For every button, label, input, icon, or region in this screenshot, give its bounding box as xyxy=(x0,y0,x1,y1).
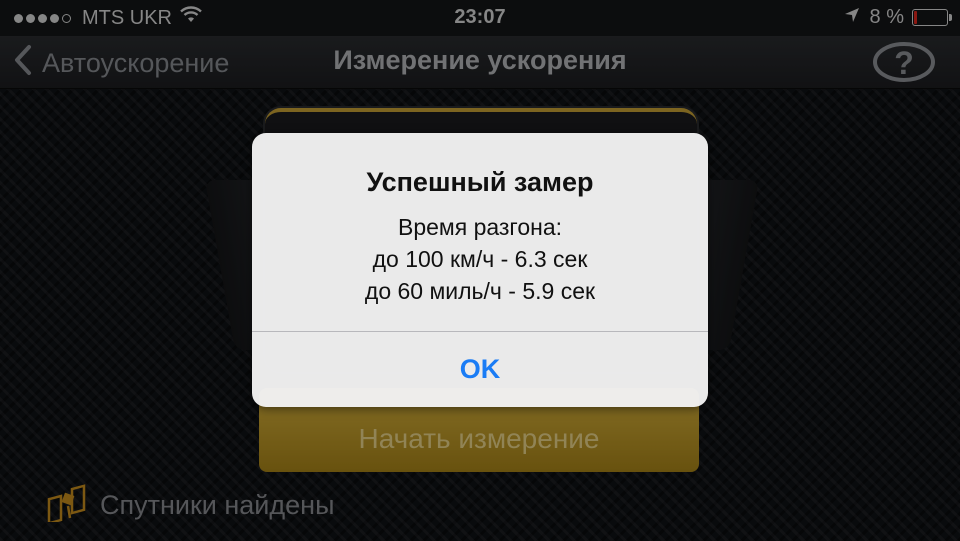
question-mark-icon: ? xyxy=(872,42,936,88)
alert-message-line: до 60 миль/ч - 5.9 сек xyxy=(364,278,596,304)
ok-button[interactable]: OK xyxy=(252,332,708,407)
help-button[interactable]: ? xyxy=(872,40,936,89)
alert-title: Успешный замер xyxy=(366,167,594,197)
alert-message-line: до 100 км/ч - 6.3 сек xyxy=(372,246,588,272)
alert-dialog: Успешный замер Время разгона: до 100 км/… xyxy=(252,133,708,407)
navigation-bar: Автоускорение Измерение ускорения ? xyxy=(0,36,960,89)
satellite-status-label: Спутники найдены xyxy=(100,490,335,520)
satellite-icon xyxy=(46,482,88,529)
svg-text:?: ? xyxy=(894,45,914,81)
ok-button-label: OK xyxy=(459,354,501,384)
battery-fill xyxy=(914,11,917,24)
status-bar-time: 23:07 xyxy=(454,6,506,28)
alert-message-line: Время разгона: xyxy=(397,214,562,240)
screen: MTS UKR 23:07 8 % Автоускорение Измерени… xyxy=(0,0,960,541)
alert-message: Время разгона: до 100 км/ч - 6.3 сек до … xyxy=(252,211,708,307)
battery-icon xyxy=(912,9,952,26)
status-bar-right: 8 % xyxy=(844,6,952,29)
start-measurement-label: Начать измерение xyxy=(358,423,600,454)
status-bar: MTS UKR 23:07 8 % xyxy=(0,0,960,36)
satellite-status: Спутники найдены xyxy=(46,482,334,529)
page-title: Измерение ускорения xyxy=(333,45,627,75)
battery-percent: 8 % xyxy=(869,6,904,28)
location-arrow-icon xyxy=(844,6,860,29)
